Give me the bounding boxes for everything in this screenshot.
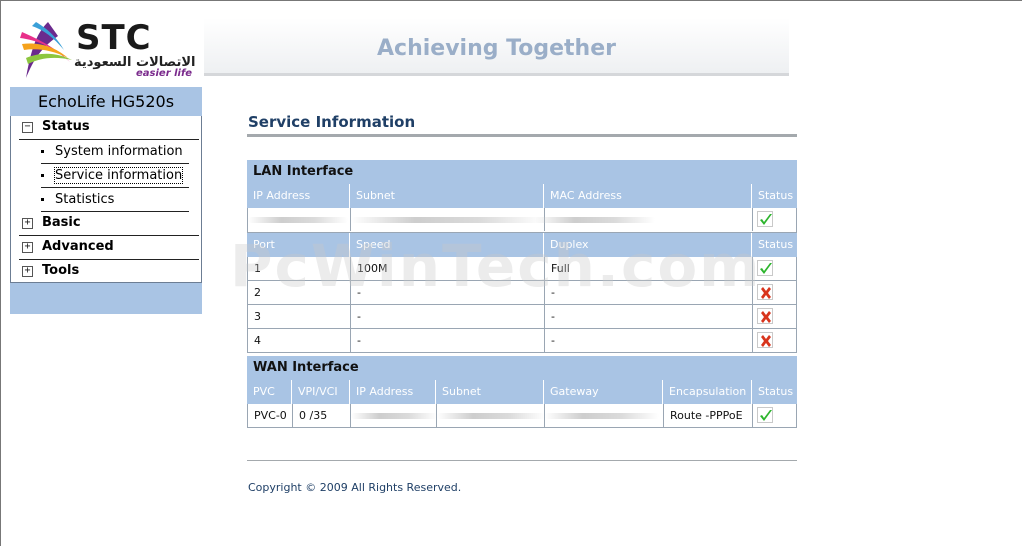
stc-logo: STC الاتصالات السعودية easier life bbox=[14, 18, 200, 82]
device-model-title: EchoLife HG520s bbox=[10, 87, 202, 116]
col-gateway: Gateway bbox=[544, 380, 663, 404]
expand-icon[interactable]: + bbox=[22, 266, 33, 277]
sidebar: EchoLife HG520s − Status System informat… bbox=[10, 87, 202, 314]
speed-cell: 100M bbox=[351, 257, 545, 280]
submenu-item-label: System information bbox=[55, 144, 183, 159]
table-row: 1 100M Full bbox=[247, 257, 797, 281]
redacted-blur bbox=[248, 217, 348, 223]
status-ok-icon bbox=[757, 211, 773, 227]
port-cell: 3 bbox=[248, 305, 351, 328]
menu-item-label: Tools bbox=[42, 263, 80, 278]
col-subnet: Subnet bbox=[436, 380, 544, 404]
col-pvc: PVC bbox=[247, 380, 292, 404]
table-row: 2 - - bbox=[247, 281, 797, 305]
col-ip-address: IP Address bbox=[247, 184, 350, 208]
vpi-vci-cell: 0 /35 bbox=[293, 404, 351, 427]
col-mac-address: MAC Address bbox=[544, 184, 752, 208]
footer-divider bbox=[247, 460, 797, 461]
col-vpi-vci: VPI/VCI bbox=[292, 380, 350, 404]
expand-icon[interactable]: + bbox=[22, 218, 33, 229]
table-row: 4 - - bbox=[247, 329, 797, 353]
menu-item-label: Basic bbox=[42, 215, 81, 230]
col-ip-address: IP Address bbox=[350, 380, 436, 404]
wan-status-cell bbox=[753, 404, 797, 427]
port-status-cell bbox=[753, 257, 797, 280]
lan-ip-row bbox=[247, 208, 797, 233]
col-status: Status bbox=[758, 238, 794, 251]
menu-item-tools[interactable]: + Tools bbox=[19, 260, 199, 284]
submenu-item-service-information[interactable]: Service information bbox=[41, 164, 189, 188]
status-ok-icon bbox=[757, 260, 773, 276]
port-status-cell bbox=[753, 281, 797, 304]
redacted-blur bbox=[437, 413, 545, 419]
wan-gateway-cell bbox=[545, 404, 664, 427]
banner-slogan: Achieving Together bbox=[377, 36, 616, 61]
wan-subnet-cell bbox=[437, 404, 545, 427]
bullet-icon bbox=[41, 150, 44, 153]
port-cell: 2 bbox=[248, 281, 351, 304]
port-status-cell bbox=[753, 329, 797, 352]
redacted-blur bbox=[545, 413, 659, 419]
col-status: Status bbox=[758, 385, 794, 398]
speed-cell: - bbox=[351, 329, 545, 352]
status-error-icon bbox=[757, 284, 773, 300]
col-port: Port bbox=[247, 233, 350, 257]
col-subnet: Subnet bbox=[350, 184, 544, 208]
col-duplex: Duplex bbox=[544, 233, 752, 257]
submenu-item-label: Statistics bbox=[55, 192, 115, 207]
port-cell: 1 bbox=[248, 257, 351, 280]
lan-section-header: LAN Interface bbox=[247, 160, 797, 184]
status-error-icon bbox=[757, 308, 773, 324]
collapse-icon[interactable]: − bbox=[22, 122, 33, 133]
wan-header-row: PVC VPI/VCI IP Address Subnet Gateway En… bbox=[247, 380, 797, 404]
stc-tagline: easier life bbox=[136, 68, 193, 79]
menu-item-label: Status bbox=[42, 119, 90, 134]
title-divider bbox=[247, 134, 797, 137]
status-error-icon bbox=[757, 332, 773, 348]
wan-ip-cell bbox=[351, 404, 437, 427]
submenu-item-label: Service information bbox=[53, 167, 184, 184]
redacted-blur bbox=[535, 217, 655, 223]
copyright-text: Copyright © 2009 All Rights Reserved. bbox=[248, 481, 462, 494]
lan-port-header-row: Port Speed Duplex Status bbox=[247, 233, 797, 257]
col-speed: Speed bbox=[350, 233, 544, 257]
table-row: 3 - - bbox=[247, 305, 797, 329]
redacted-blur bbox=[351, 217, 545, 223]
stc-swoosh-icon bbox=[20, 22, 72, 78]
wan-row: PVC-0 0 /35 Route -PPPoE bbox=[247, 404, 797, 428]
status-ok-icon bbox=[757, 407, 773, 423]
stc-wordmark: STC bbox=[76, 18, 152, 58]
duplex-cell: - bbox=[545, 329, 753, 352]
duplex-cell: Full bbox=[545, 257, 753, 280]
submenu-item-system-information[interactable]: System information bbox=[41, 140, 189, 164]
menu-item-advanced[interactable]: + Advanced bbox=[19, 236, 199, 260]
encapsulation-cell: Route -PPPoE bbox=[664, 404, 753, 427]
lan-subnet-cell bbox=[351, 208, 545, 231]
col-status: Status bbox=[758, 189, 794, 202]
lan-mac-cell bbox=[535, 208, 753, 231]
speed-cell: - bbox=[351, 305, 545, 328]
port-status-cell bbox=[753, 305, 797, 328]
redacted-blur bbox=[351, 413, 437, 419]
nav-menu: − Status System information Service info… bbox=[10, 116, 202, 283]
pvc-cell: PVC-0 bbox=[248, 404, 293, 427]
duplex-cell: - bbox=[545, 305, 753, 328]
lan-ip-header-row: IP Address Subnet MAC Address Status bbox=[247, 184, 797, 208]
menu-item-label: Advanced bbox=[42, 239, 114, 254]
page-title: Service Information bbox=[248, 113, 416, 131]
bullet-icon bbox=[41, 174, 44, 177]
wan-section-header: WAN Interface bbox=[247, 356, 797, 380]
port-cell: 4 bbox=[248, 329, 351, 352]
col-encapsulation: Encapsulation bbox=[663, 380, 752, 404]
bullet-icon bbox=[41, 198, 44, 201]
expand-icon[interactable]: + bbox=[22, 242, 33, 253]
submenu-item-statistics[interactable]: Statistics bbox=[41, 188, 189, 212]
speed-cell: - bbox=[351, 281, 545, 304]
header-banner: Achieving Together bbox=[204, 18, 789, 76]
lan-ip-status-cell bbox=[753, 208, 797, 231]
duplex-cell: - bbox=[545, 281, 753, 304]
menu-item-basic[interactable]: + Basic bbox=[19, 212, 199, 236]
menu-item-status[interactable]: − Status bbox=[19, 116, 199, 140]
lan-ip-cell bbox=[248, 208, 351, 231]
